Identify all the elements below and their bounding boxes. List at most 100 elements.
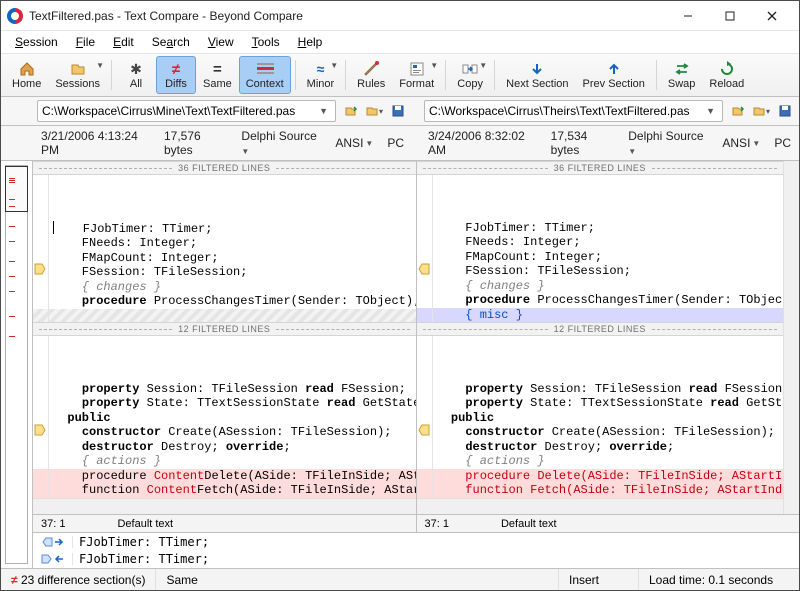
format-icon	[408, 60, 426, 78]
titlebar[interactable]: TextFiltered.pas - Text Compare - Beyond…	[1, 1, 799, 31]
sessions-button[interactable]: ▼ Sessions	[48, 56, 107, 94]
minimize-button[interactable]	[667, 2, 709, 30]
code-line[interactable]: { actions }	[417, 454, 784, 469]
diff-arrow-icon	[34, 424, 46, 436]
code-line[interactable]: function ContentFetch(ASide: TFileInSide…	[33, 483, 416, 498]
code-line[interactable]: { actions }	[33, 454, 416, 469]
right-encoding[interactable]: ANSI ▼	[722, 136, 760, 150]
all-button[interactable]: ✱ All	[116, 56, 156, 94]
rules-button[interactable]: Rules	[350, 56, 392, 94]
swap-button[interactable]: Swap	[661, 56, 703, 94]
menu-tools[interactable]: Tools	[244, 33, 288, 51]
left-code-top[interactable]: FJobTimer: TTimer; FNeeds: Integer; FMap…	[33, 175, 416, 322]
all-icon: ✱	[127, 60, 145, 78]
pathbar: C:\Workspace\Cirrus\Mine\Text\TextFilter…	[1, 97, 799, 126]
left-path-input[interactable]: C:\Workspace\Cirrus\Mine\Text\TextFilter…	[37, 100, 336, 122]
code-line[interactable]: destructor Destroy; override;	[33, 440, 416, 455]
menu-file[interactable]: File	[68, 33, 103, 51]
code-line[interactable]: property Session: TFileSession read FSes…	[33, 382, 416, 397]
compare-main: 36 FILTERED LINES FJobTimer: TTimer; FNe…	[1, 161, 799, 568]
menu-session[interactable]: Session	[7, 33, 66, 51]
right-open-next-button[interactable]	[727, 101, 747, 121]
code-line[interactable]: property State: TTextSessionState read G…	[417, 396, 784, 411]
menu-view[interactable]: View	[200, 33, 242, 51]
left-hscroll[interactable]	[33, 498, 416, 514]
chevron-down-icon[interactable]: ▼	[316, 106, 331, 116]
home-button[interactable]: Home	[5, 56, 48, 94]
filtered-banner: 36 FILTERED LINES	[33, 161, 416, 175]
code-line[interactable]: { changes }	[33, 280, 416, 295]
merge-pane[interactable]: FJobTimer: TTimer; FJobTimer: TTimer;	[33, 532, 799, 568]
filtered-banner: 12 FILTERED LINES	[417, 322, 784, 336]
code-line[interactable]: function Fetch(ASide: TFileInSide; AStar…	[417, 483, 784, 498]
code-line[interactable]: procedure ProcessChangesTimer(Sender: TO…	[417, 293, 784, 308]
code-line[interactable]: procedure ContentDelete(ASide: TFileInSi…	[33, 469, 416, 484]
same-button[interactable]: = Same	[196, 56, 239, 94]
right-browse-button[interactable]: ▾	[751, 101, 771, 121]
code-line[interactable]: FJobTimer: TTimer;	[417, 221, 784, 236]
menu-help[interactable]: Help	[290, 33, 331, 51]
vscroll[interactable]	[783, 161, 799, 514]
left-code-bottom[interactable]: property Session: TFileSession read FSes…	[33, 336, 416, 498]
left-open-next-button[interactable]	[340, 101, 360, 121]
thumbnail-column[interactable]	[1, 161, 33, 568]
close-button[interactable]	[751, 2, 793, 30]
diffs-button[interactable]: ≠ Diffs	[156, 56, 196, 94]
code-line[interactable]: { changes }	[417, 279, 784, 294]
sessions-icon	[69, 60, 87, 78]
prev-section-button[interactable]: Prev Section	[576, 56, 652, 94]
format-button[interactable]: ▼ Format	[392, 56, 441, 94]
code-line[interactable]: destructor Destroy; override;	[417, 440, 784, 455]
filtered-banner: 36 FILTERED LINES	[417, 161, 784, 175]
right-hscroll[interactable]	[417, 498, 784, 514]
left-save-button[interactable]	[388, 101, 408, 121]
chevron-down-icon[interactable]: ▼	[703, 106, 718, 116]
reload-button[interactable]: Reload	[702, 56, 751, 94]
left-syntax[interactable]: Delphi Source ▼	[241, 129, 321, 157]
code-line[interactable]: property State: TTextSessionState read G…	[33, 396, 416, 411]
right-code-bottom[interactable]: property Session: TFileSession read FSes…	[417, 336, 784, 498]
right-bytes: 17,534 bytes	[551, 129, 615, 157]
app-window: TextFiltered.pas - Text Compare - Beyond…	[0, 0, 800, 591]
diff-arrow-icon	[34, 263, 46, 275]
next-section-button[interactable]: Next Section	[499, 56, 575, 94]
left-lineend[interactable]: PC	[387, 136, 404, 150]
code-line[interactable]: property Session: TFileSession read FSes…	[417, 382, 784, 397]
code-line[interactable]: constructor Create(ASession: TFileSessio…	[33, 425, 416, 440]
code-line[interactable]: FMapCount: Integer;	[417, 250, 784, 265]
code-line[interactable]: FMapCount: Integer;	[33, 251, 416, 266]
context-button[interactable]: Context	[239, 56, 291, 94]
menu-search[interactable]: Search	[144, 33, 198, 51]
merge-take-left-icon[interactable]	[33, 553, 73, 565]
right-syntax[interactable]: Delphi Source ▼	[628, 129, 708, 157]
code-line[interactable]: FNeeds: Integer;	[417, 235, 784, 250]
code-line[interactable]: procedure ProcessChangesTimer(Sender: TO…	[33, 294, 416, 309]
right-lineend[interactable]: PC	[774, 136, 791, 150]
code-line[interactable]: FSession: TFileSession;	[417, 264, 784, 279]
maximize-button[interactable]	[709, 2, 751, 30]
right-save-button[interactable]	[775, 101, 795, 121]
right-path-pane: C:\Workspace\Cirrus\Theirs\Text\TextFilt…	[420, 97, 799, 125]
code-line[interactable]	[33, 309, 416, 323]
status-center: Same	[156, 569, 559, 590]
code-line[interactable]: public	[33, 411, 416, 426]
left-encoding[interactable]: ANSI ▼	[335, 136, 373, 150]
code-line[interactable]: constructor Create(ASession: TFileSessio…	[417, 425, 784, 440]
code-line[interactable]: public	[417, 411, 784, 426]
copy-button[interactable]: ▼ Copy	[450, 56, 490, 94]
pathbar-left-pad	[1, 97, 33, 125]
code-line[interactable]: procedure Insert(ASide: TFileInSide; var…	[417, 498, 784, 499]
code-line[interactable]: FNeeds: Integer;	[33, 236, 416, 251]
menu-edit[interactable]: Edit	[105, 33, 142, 51]
right-timestamp: 3/24/2006 8:32:02 AM	[428, 129, 537, 157]
right-code-top[interactable]: FJobTimer: TTimer; FNeeds: Integer; FMap…	[417, 175, 784, 322]
minor-button[interactable]: ▼ ≈ Minor	[300, 56, 342, 94]
code-line[interactable]: { misc }	[417, 308, 784, 323]
code-line[interactable]: FJobTimer: TTimer;	[33, 221, 416, 237]
left-browse-button[interactable]: ▾	[364, 101, 384, 121]
code-line[interactable]: procedure ContentInsert(ASide: TFileInSi…	[33, 498, 416, 499]
code-line[interactable]: FSession: TFileSession;	[33, 265, 416, 280]
code-line[interactable]: procedure Delete(ASide: TFileInSide; ASt…	[417, 469, 784, 484]
right-path-input[interactable]: C:\Workspace\Cirrus\Theirs\Text\TextFilt…	[424, 100, 723, 122]
merge-take-right-icon[interactable]	[33, 536, 73, 548]
